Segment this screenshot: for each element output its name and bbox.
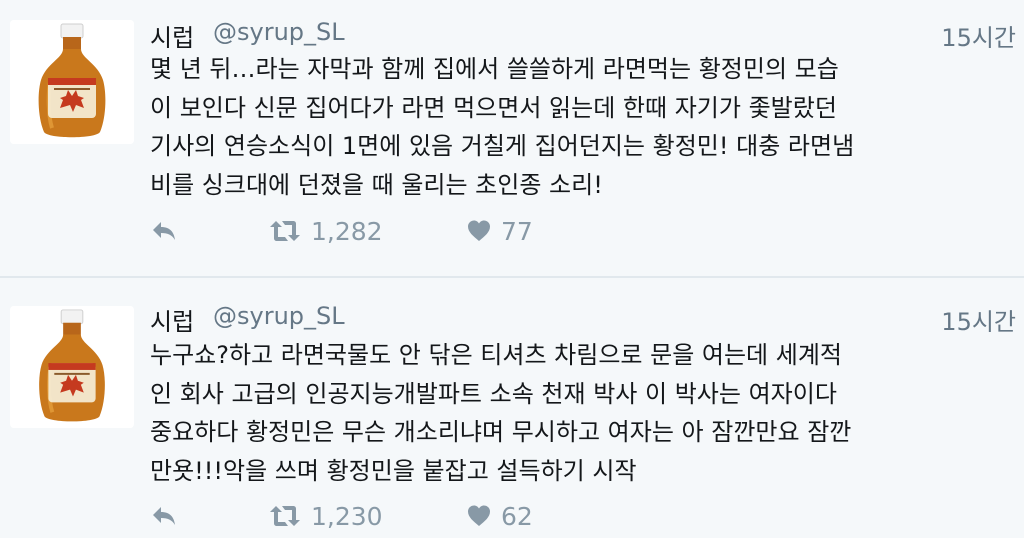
- tweet-actions: 1,230 62: [150, 496, 1016, 536]
- reply-icon: [153, 507, 175, 525]
- retweet-icon: [270, 221, 300, 241]
- tweet-text: 누구쇼?하고 라면국물도 안 닦은 티셔츠 차림으로 문을 여는데 세계적 인 …: [150, 336, 1020, 490]
- username[interactable]: @syrup_SL: [213, 302, 345, 330]
- reply-button[interactable]: [150, 211, 178, 251]
- retweet-icon: [270, 506, 300, 526]
- tweet: 시럽 @syrup_SL 15시간 몇 년 뒤…라는 자막과 함께 집에서 쓸쓸…: [0, 0, 1024, 276]
- username[interactable]: @syrup_SL: [213, 18, 345, 46]
- tweet-text-line: 인 회사 고급의 인공지능개발파트 소속 천재 박사 이 박사는 여자이다: [150, 379, 837, 408]
- like-button[interactable]: 77: [466, 211, 533, 251]
- tweet-actions: 1,282 77: [150, 211, 1016, 251]
- display-name[interactable]: 시럽: [150, 302, 194, 337]
- avatar[interactable]: [10, 20, 134, 144]
- tweet-text-line: 기사의 연승소식이 1면에 있음 거칠게 집어던지는 황정민! 대충 라면냄: [150, 132, 855, 160]
- avatar[interactable]: [10, 306, 134, 428]
- maple-syrup-bottle-avatar-icon: [11, 306, 133, 428]
- tweet-text-line: 이 보인다 신문 집어다가 라면 먹으면서 읽는데 한때 자기가 좇발랐던: [150, 93, 837, 122]
- like-count: 77: [501, 216, 533, 246]
- maple-syrup-bottle-avatar-icon: [10, 20, 134, 144]
- tweet-text-line: 누구쇼?하고 라면국물도 안 닦은 티셔츠 차림으로 문을 여는데 세계적: [150, 341, 843, 369]
- timeline: 시럽 @syrup_SL 15시간 몇 년 뒤…라는 자막과 함께 집에서 쓸쓸…: [0, 0, 1024, 538]
- timestamp[interactable]: 15시간: [941, 18, 1016, 53]
- retweet-count: 1,282: [311, 216, 383, 246]
- display-name[interactable]: 시럽: [150, 18, 194, 53]
- heart-icon: [468, 220, 490, 241]
- tweet-text-line: 몇 년 뒤…라는 자막과 함께 집에서 쓸쓸하게 라면먹는 황정민의 모습: [150, 55, 839, 83]
- retweet-count: 1,230: [311, 501, 383, 531]
- retweet-button[interactable]: 1,230: [268, 496, 383, 536]
- timestamp[interactable]: 15시간: [941, 302, 1016, 337]
- reply-icon: [153, 222, 175, 240]
- heart-icon: [468, 505, 490, 526]
- reply-button[interactable]: [150, 496, 178, 536]
- like-button[interactable]: 62: [466, 496, 533, 536]
- tweet-text-line: 중요하다 황정민은 무슨 개소리냐며 무시하고 여자는 아 잠깐만요 잠깐: [150, 418, 852, 446]
- tweet-text: 몇 년 뒤…라는 자막과 함께 집에서 쓸쓸하게 라면먹는 황정민의 모습 이 …: [150, 50, 1020, 204]
- tweet-header: 시럽 @syrup_SL 15시간: [150, 298, 1016, 338]
- tweet-text-line: 비를 싱크대에 던졌을 때 울리는 초인종 소리!: [150, 170, 603, 199]
- tweet: 시럽 @syrup_SL 15시간 누구쇼?하고 라면국물도 안 닦은 티셔츠 …: [0, 278, 1024, 538]
- tweet-text-line: 만욧!!!악을 쓰며 황정민을 붙잡고 설득하기 시작: [150, 456, 637, 485]
- retweet-button[interactable]: 1,282: [268, 211, 383, 251]
- like-count: 62: [501, 501, 533, 531]
- tweet-header: 시럽 @syrup_SL 15시간: [150, 14, 1016, 54]
